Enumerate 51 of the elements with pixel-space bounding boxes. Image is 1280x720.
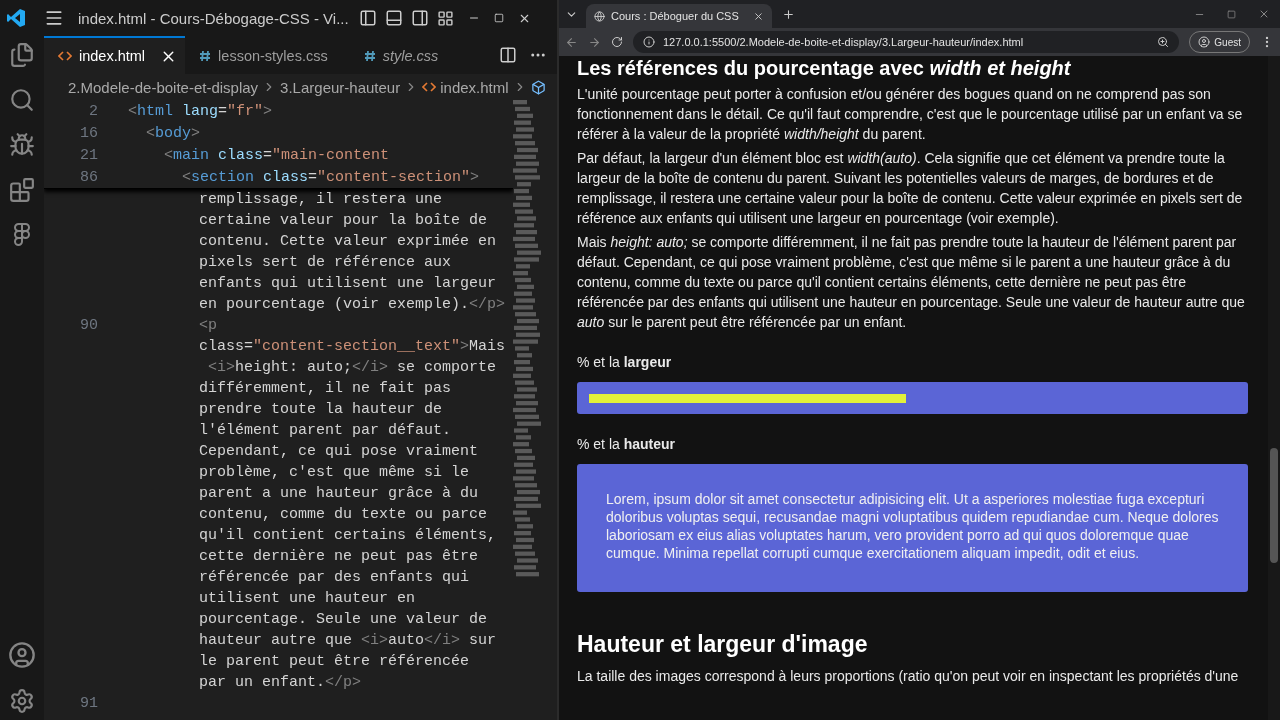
demo-box: Lorem, ipsum dolor sit amet consectetur adipisicing elit. Ut a asperiores molestiae fuga excepturi doloribus voluptas sequi, recusandae magni voluptatibus quidem repudiandae cum. Neque dolores laboriosam ex eius alias voluptates harum, vero provident porro ad qui quos doloremque quae cumque. Minima repellat corrupti cumque exercitationem aliquam impedit, odit et eius.: [577, 464, 1248, 592]
code-line: enfants qui utilisent une largeur: [199, 275, 497, 292]
line-number: 2: [88, 102, 98, 120]
code-line: parent a une hauteur grâce à du: [199, 485, 479, 502]
code-line: utilisent une hauteur en: [199, 590, 416, 607]
line-number: 90: [79, 317, 98, 334]
demo-label: % et la largeur: [577, 354, 672, 370]
code-line: <i>height: auto;</i> se comporte: [207, 359, 497, 376]
paragraph: La taille des images correspond à leurs proportions (ratio qu'on peut voir en inspectant les propriétés d'une: [577, 667, 1240, 686]
address-bar[interactable]: 127.0.0.1:5500/2.Modele-de-boite-et-display/3.Largeur-hauteur/index.html: [633, 31, 1180, 53]
demo-label: % et la hauteur: [577, 436, 676, 452]
editor-tab[interactable]: index.html: [44, 36, 186, 74]
paragraph: Par défaut, la largeur d'un élément bloc est width(auto). Cela signifie que cet élément va prendre toute la largeur de la boîte de contenu du parent. Suivant les potentielles valeurs de marges, de bordures et de remplissage, il restera une certaine valeur pour la boîte de contenu. Cette valeur exprimée en pixels sert de référence aux enfants qui utilisent une largeur en pourcentage (voir exemple).: [577, 150, 1243, 226]
breadcrumb[interactable]: 3.Largeur-hauteur: [280, 78, 401, 96]
url-text: 127.0.0.1:5500/2.Modele-de-boite-et-display/3.Largeur-hauteur/index.html: [663, 36, 1024, 48]
code-line: cette dernière ne peut pas être: [199, 548, 479, 565]
code-line: class="content-section__text">Mais: [199, 338, 506, 355]
code-line: en pourcentage (voir exemple).</p>: [199, 296, 506, 313]
page-heading: Les références du pourcentage avec width et height: [577, 57, 1071, 79]
code-line: problème, c'est que même si le: [199, 464, 470, 481]
code-line: le parent peut être référencée: [199, 653, 470, 670]
line-number: 91: [79, 695, 98, 712]
line-number: 21: [79, 146, 98, 164]
code-line: <p: [199, 317, 217, 334]
line-number: 86: [79, 168, 98, 186]
code-line: <main class="main-content: [164, 146, 390, 164]
code-line: par un enfant.</p>: [199, 674, 362, 691]
code-line: <html lang="fr">: [128, 102, 273, 120]
code-line: différemment, il ne fait pas: [199, 380, 452, 397]
code-line: contenu, comme du texte ou parce: [199, 506, 488, 523]
code-line: Cependant, ce qui pose vraiment: [199, 443, 479, 460]
window-title: index.html - Cours-Débogage-CSS - Vi...: [78, 9, 349, 27]
paragraph: Mais height: auto; se comporte différemment, il ne fait pas prendre toute la hauteur de l'élément parent par défaut. Cependant, ce qui pose vraiment problème, c'est que même si le parent a une hauteur grâce à du contenu, comme du texte ou parce qu'il contient certains éléments, cette dernière ne peut pas être référencée par des enfants qui utilisent une hauteur en pourcentage. Seule une valeur de hauteur autre que auto sur le parent peut être référencée par un enfant.: [577, 234, 1245, 330]
line-number: 16: [79, 124, 98, 142]
code-line: hauteur autre que <i>auto</i> sur: [199, 632, 497, 649]
code-line: certaine valeur pour la boîte de: [199, 212, 488, 229]
code-line: qu'il contient certains éléments,: [199, 527, 497, 544]
tab-title: Cours : Déboguer du CSS: [611, 10, 739, 22]
code-line: <section class="content-section">: [182, 168, 480, 186]
breadcrumb[interactable]: index.html: [440, 78, 509, 96]
code-line: l'élément parent par défaut.: [199, 422, 452, 439]
browser-tab[interactable]: Cours : Déboguer du CSS: [586, 4, 772, 28]
code-line: <body>: [146, 124, 201, 142]
code-line: référencée par des enfants qui: [199, 569, 470, 586]
breadcrumb[interactable]: 2.Modele-de-boite-et-display: [68, 78, 259, 96]
code-line: prendre toute la hauteur de: [199, 401, 443, 418]
code-line: pixels sert de référence aux: [199, 254, 452, 271]
code-line: remplissage, il restera une: [199, 191, 443, 208]
code-line: pourcentage. Seule une valeur de: [199, 611, 488, 628]
code-line: contenu. Cette valeur exprimée en: [199, 233, 497, 250]
paragraph: L'unité pourcentage peut porter à confusion et/ou générer des bogues quand on ne comprend pas son fonctionnement dans le détail. Ce qu'il faut comprendre, c'est que le pourcentage utilisé par un enfant va se référer à la valeur de la propriété width/height du parent.: [577, 86, 1243, 142]
